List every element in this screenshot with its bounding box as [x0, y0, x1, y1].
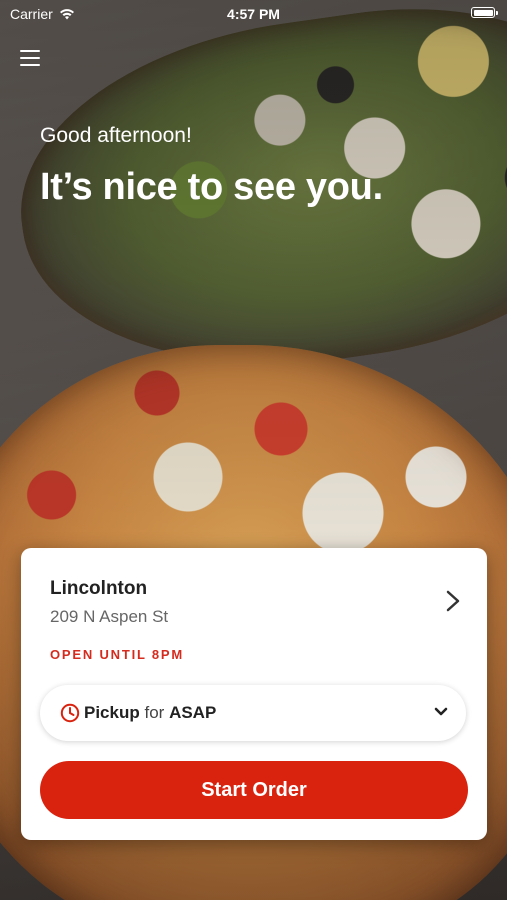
- order-type-dropdown[interactable]: Pickup for ASAP: [40, 685, 466, 741]
- location-name: Lincolnton: [50, 578, 148, 599]
- start-order-button[interactable]: Start Order: [40, 761, 468, 819]
- order-method: Pickup: [84, 703, 140, 722]
- greeting-text: Good afternoon!: [40, 124, 192, 147]
- status-bar: Carrier 4:57 PM: [0, 0, 507, 28]
- location-hours: OPEN UNTIL 8PM: [50, 647, 185, 662]
- battery-icon: [471, 7, 498, 18]
- order-card: Lincolnton 209 N Aspen St OPEN UNTIL 8PM…: [21, 548, 487, 840]
- location-selector[interactable]: Lincolnton 209 N Aspen St OPEN UNTIL 8PM: [21, 548, 487, 668]
- order-type-summary: Pickup for ASAP: [84, 703, 216, 723]
- location-address: 209 N Aspen St: [50, 607, 169, 626]
- order-time: ASAP: [169, 703, 217, 722]
- chevron-down-icon: [434, 707, 448, 716]
- order-connector: for: [144, 703, 165, 722]
- status-time: 4:57 PM: [227, 6, 280, 22]
- clock-icon: [60, 703, 80, 723]
- chevron-right-icon: [446, 590, 460, 612]
- hamburger-menu-icon[interactable]: [20, 50, 40, 66]
- welcome-headline: It’s nice to see you.: [40, 166, 383, 208]
